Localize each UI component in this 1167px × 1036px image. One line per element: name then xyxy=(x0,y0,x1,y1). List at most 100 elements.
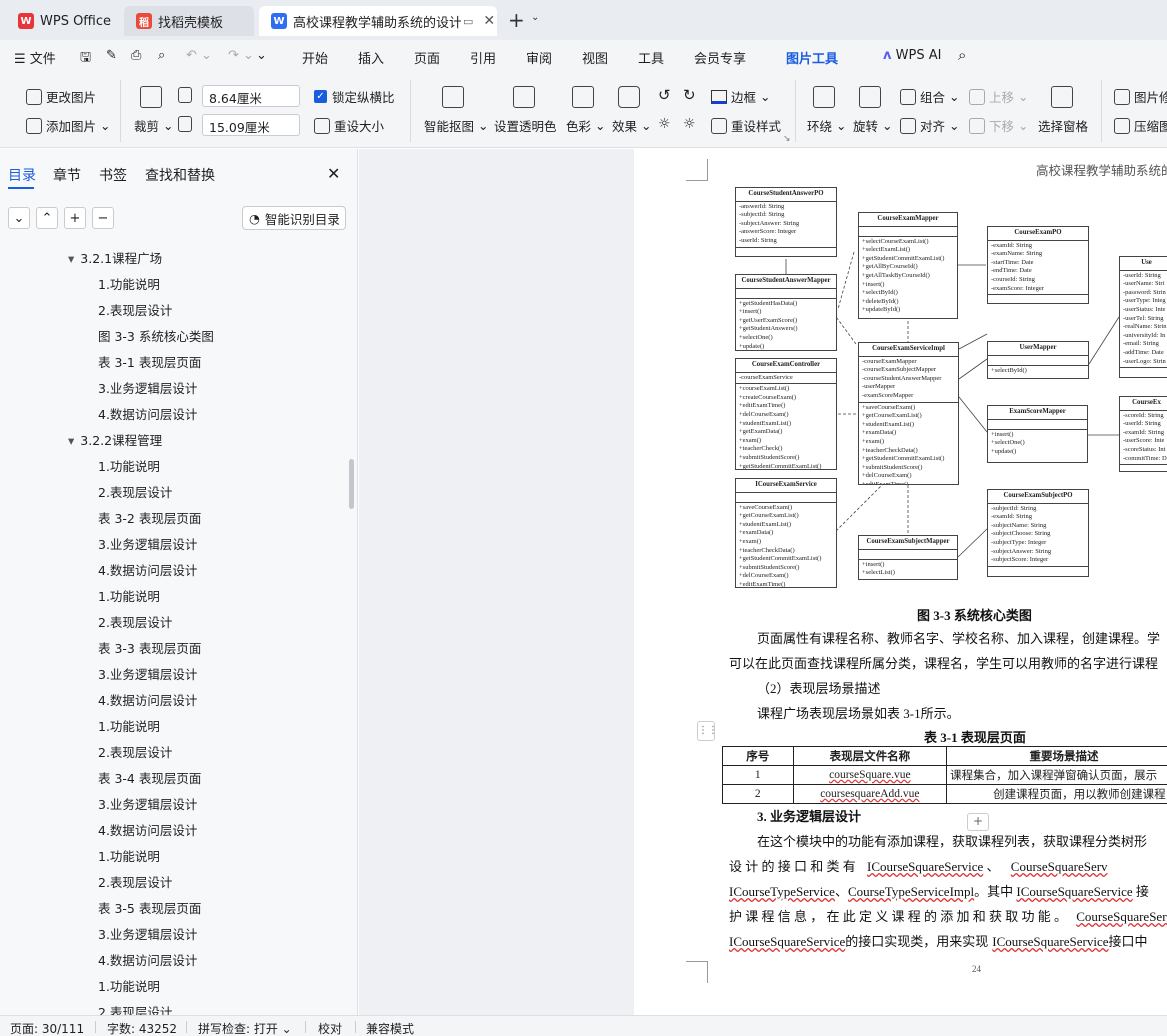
page-indicator[interactable]: 页面: 30/111 xyxy=(10,1020,84,1036)
tab-chapter[interactable]: 章节 xyxy=(53,165,81,185)
menu-view[interactable]: 视图 xyxy=(582,48,608,67)
toc-item[interactable]: 3.业务逻辑层设计 xyxy=(98,378,197,397)
toc-item[interactable]: 3.业务逻辑层设计 xyxy=(98,794,197,813)
toc-item[interactable]: 表 3-3 表现层页面 xyxy=(98,638,201,657)
panel-scrollbar[interactable] xyxy=(349,459,354,509)
toc-item[interactable]: 2.表现层设计 xyxy=(98,872,172,891)
table-handle-icon[interactable]: ⋮⋮ xyxy=(697,721,718,741)
add-row-icon[interactable]: + xyxy=(967,813,989,831)
width-input[interactable]: 8.64厘米 xyxy=(202,85,300,107)
toc-item[interactable]: 表 3-1 表现层页面 xyxy=(98,352,201,371)
spell-check-toggle[interactable]: 拼写检查: 打开 ⌄ xyxy=(198,1020,292,1036)
pen-icon[interactable]: ✎ xyxy=(106,48,117,63)
collapse-down-icon[interactable]: ⌄ xyxy=(8,207,30,229)
menu-review[interactable]: 审阅 xyxy=(526,48,552,67)
smart-cutout-icon[interactable] xyxy=(442,86,464,108)
color-icon[interactable] xyxy=(572,86,594,108)
menu-image-tools[interactable]: 图片工具 xyxy=(786,48,838,67)
toc-item[interactable]: 1.功能说明 xyxy=(98,456,160,475)
menu-reference[interactable]: 引用 xyxy=(470,48,496,67)
smart-toc-button[interactable]: ◔ 智能识别目录 xyxy=(242,206,346,230)
toc-heading[interactable]: ▾ 3.2.1课程广场 xyxy=(68,248,162,267)
proofread-button[interactable]: 校对 xyxy=(318,1020,342,1036)
toc-item[interactable]: 2.表现层设计 xyxy=(98,1002,172,1015)
toc-item[interactable]: 表 3-4 表现层页面 xyxy=(98,768,201,787)
transparent-icon[interactable] xyxy=(513,86,535,108)
smart-cutout-button[interactable]: 智能抠图 ⌄ xyxy=(424,116,488,135)
toc-item[interactable]: 1.功能说明 xyxy=(98,586,160,605)
toc-item[interactable]: 表 3-5 表现层页面 xyxy=(98,898,201,917)
rotate-right-icon[interactable]: ↻ xyxy=(683,86,696,104)
toc-item[interactable]: 4.数据访问层设计 xyxy=(98,690,197,709)
tab-docer[interactable]: 稻 找稻壳模板 xyxy=(124,6,254,36)
rotate-icon[interactable] xyxy=(859,86,881,108)
collapse-up-icon[interactable]: ⌃ xyxy=(36,207,58,229)
tab-bookmark[interactable]: 书签 xyxy=(99,165,127,185)
document-page[interactable]: 高校课程教学辅助系统的 CourseStudentAnswerPO -answer… xyxy=(634,149,1167,1015)
remove-heading-icon[interactable]: − xyxy=(92,207,114,229)
print-icon[interactable]: ⎙ xyxy=(131,48,141,63)
menu-insert[interactable]: 插入 xyxy=(358,48,384,67)
caret-down-icon[interactable]: ▾ xyxy=(68,433,74,448)
menu-member[interactable]: 会员专享 xyxy=(694,48,746,67)
toc-item[interactable]: 3.业务逻辑层设计 xyxy=(98,664,197,683)
toc-item[interactable]: 2.表现层设计 xyxy=(98,742,172,761)
rotate-left-icon[interactable]: ↺ xyxy=(658,86,671,104)
crop-button[interactable]: 裁剪 ⌄ xyxy=(134,116,173,135)
move-down-button[interactable]: 下移 ⌄ xyxy=(969,116,1028,135)
move-up-button[interactable]: 上移 ⌄ xyxy=(969,87,1028,106)
effect-button[interactable]: 效果 ⌄ xyxy=(612,116,651,135)
search-icon[interactable]: ⌕ xyxy=(958,46,966,64)
selection-pane-button[interactable]: 选择窗格 xyxy=(1038,116,1088,135)
tab-document[interactable]: W 高校课程教学辅助系统的设计与 ▭ ✕ xyxy=(259,6,497,36)
reset-style-button[interactable]: 重设样式 xyxy=(711,116,781,135)
toc-item[interactable]: 1.功能说明 xyxy=(98,716,160,735)
compress-button[interactable]: 压缩图 xyxy=(1114,116,1167,135)
redo-icon[interactable]: ↷ ⌄ xyxy=(228,48,254,63)
toc-item[interactable]: 1.功能说明 xyxy=(98,274,160,293)
toc-item[interactable]: 4.数据访问层设计 xyxy=(98,404,197,423)
wps-ai-button[interactable]: ᴧ WPS AI xyxy=(883,48,941,63)
image-repair-button[interactable]: 图片修 xyxy=(1114,87,1167,106)
tab-toc[interactable]: 目录 xyxy=(8,165,36,185)
toc-item[interactable]: 1.功能说明 xyxy=(98,976,160,995)
toc-item[interactable]: 2.表现层设计 xyxy=(98,612,172,631)
border-button[interactable]: 边框 ⌄ xyxy=(711,87,770,106)
toc-item[interactable]: 3.业务逻辑层设计 xyxy=(98,534,197,553)
screen-icon[interactable]: ▭ xyxy=(463,15,473,28)
wrap-icon[interactable] xyxy=(813,86,835,108)
dialog-launcher-icon[interactable]: ↘ xyxy=(783,134,791,144)
selection-pane-icon[interactable] xyxy=(1051,86,1073,108)
menu-page[interactable]: 页面 xyxy=(414,48,440,67)
add-image-button[interactable]: 添加图片 ⌄ xyxy=(26,116,110,135)
toc-item[interactable]: 4.数据访问层设计 xyxy=(98,560,197,579)
rotate-button[interactable]: 旋转 ⌄ xyxy=(853,116,892,135)
toc-heading[interactable]: ▾ 3.2.2课程管理 xyxy=(68,430,162,449)
print-preview-icon[interactable]: ⌕ xyxy=(158,48,165,63)
toc-item[interactable]: 表 3-2 表现层页面 xyxy=(98,508,201,527)
add-heading-icon[interactable]: + xyxy=(64,207,86,229)
more-icon[interactable]: ⌄ xyxy=(256,48,267,63)
tab-find-replace[interactable]: 查找和替换 xyxy=(145,165,215,185)
toc-item[interactable]: 1.功能说明 xyxy=(98,846,160,865)
brightness-icon[interactable]: ☼ xyxy=(658,116,671,132)
lock-ratio-checkbox[interactable]: ✓ 锁定纵横比 xyxy=(314,87,395,106)
crop-icon[interactable] xyxy=(140,86,162,108)
close-icon[interactable]: ✕ xyxy=(483,13,495,29)
toc-item[interactable]: 3.业务逻辑层设计 xyxy=(98,924,197,943)
group-button[interactable]: 组合 ⌄ xyxy=(900,87,959,106)
wrap-button[interactable]: 环绕 ⌄ xyxy=(807,116,846,135)
color-button[interactable]: 色彩 ⌄ xyxy=(566,116,605,135)
height-input[interactable]: 15.09厘米 xyxy=(202,114,300,136)
change-image-button[interactable]: 更改图片 xyxy=(26,87,96,106)
chevron-down-icon[interactable]: ⌄ xyxy=(531,12,539,23)
toc-item[interactable]: 2.表现层设计 xyxy=(98,482,172,501)
new-tab-icon[interactable]: + xyxy=(508,8,525,32)
set-transparent-button[interactable]: 设置透明色 xyxy=(494,116,557,135)
undo-icon[interactable]: ↶ ⌄ xyxy=(186,48,212,63)
toc-item[interactable]: 4.数据访问层设计 xyxy=(98,820,197,839)
word-count[interactable]: 字数: 43252 xyxy=(107,1020,177,1036)
toc-item[interactable]: 图 3-3 系统核心类图 xyxy=(98,326,214,345)
menu-tools[interactable]: 工具 xyxy=(638,48,664,67)
toc-item[interactable]: 4.数据访问层设计 xyxy=(98,950,197,969)
